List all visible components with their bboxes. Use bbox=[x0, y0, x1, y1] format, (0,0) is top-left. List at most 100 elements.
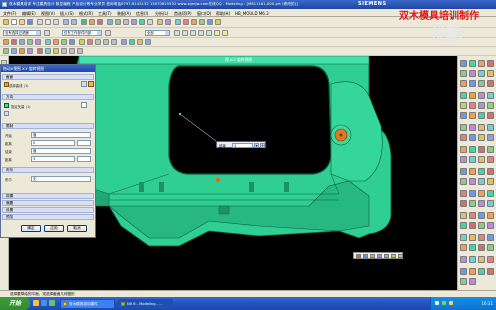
chamfer-icon[interactable] bbox=[53, 39, 59, 45]
patch-icon[interactable] bbox=[53, 48, 59, 54]
circle-icon[interactable] bbox=[487, 60, 494, 67]
layer-settings-icon[interactable] bbox=[460, 222, 467, 229]
insert-icon[interactable] bbox=[478, 178, 485, 185]
taskbar-clock[interactable]: 16:31 bbox=[481, 301, 493, 306]
curve-rule-icon[interactable] bbox=[214, 30, 220, 36]
ok-button[interactable]: 确定 bbox=[21, 225, 41, 232]
expand-icon[interactable]: + bbox=[260, 142, 265, 148]
cut-icon[interactable] bbox=[37, 19, 43, 25]
menu-edit[interactable]: 编辑(E) bbox=[22, 11, 36, 17]
point-icon[interactable] bbox=[460, 60, 467, 67]
new-file-icon[interactable] bbox=[11, 19, 17, 25]
offset-face-icon[interactable] bbox=[469, 134, 476, 141]
boss-icon[interactable] bbox=[11, 39, 17, 45]
snap-center-icon[interactable] bbox=[190, 30, 196, 36]
section-header-settings[interactable]: 设置 bbox=[2, 207, 94, 213]
rotate-view-icon[interactable] bbox=[123, 19, 129, 25]
section-header-offset[interactable]: 偏置 bbox=[2, 200, 94, 206]
shell-icon[interactable] bbox=[61, 39, 67, 45]
parting-line-icon[interactable] bbox=[469, 168, 476, 175]
menu-tools[interactable]: 工具(T) bbox=[98, 11, 112, 17]
mirror-icon[interactable] bbox=[145, 39, 151, 45]
close-toolbar-icon[interactable] bbox=[398, 254, 403, 258]
open-folder-icon[interactable] bbox=[19, 19, 25, 25]
start-distance-input[interactable]: 0 bbox=[31, 140, 75, 146]
curve-rule-icon[interactable] bbox=[356, 254, 361, 258]
redo-icon[interactable] bbox=[71, 19, 77, 25]
split-body-icon[interactable] bbox=[87, 39, 93, 45]
datum-axis-icon[interactable] bbox=[469, 156, 476, 163]
zoom-icon[interactable] bbox=[115, 19, 121, 25]
hole-icon[interactable] bbox=[3, 39, 9, 45]
pattern-icon[interactable] bbox=[137, 39, 143, 45]
component-icon[interactable] bbox=[487, 244, 494, 251]
drawing-icon[interactable] bbox=[469, 200, 476, 207]
menu-insert[interactable]: 插入(S) bbox=[60, 11, 74, 17]
menu-preferences[interactable]: 首选项(P) bbox=[174, 11, 192, 17]
menu-format[interactable]: 格式(R) bbox=[79, 11, 93, 17]
thicken-icon[interactable] bbox=[478, 146, 485, 153]
lighting-icon[interactable] bbox=[469, 268, 476, 275]
chevron-down-icon[interactable]: ▾ bbox=[254, 142, 259, 148]
patch-surface-icon[interactable] bbox=[478, 168, 485, 175]
extend-surface-icon[interactable] bbox=[487, 168, 494, 175]
wcs-icon[interactable] bbox=[487, 222, 494, 229]
datum-plane-icon[interactable] bbox=[61, 48, 67, 54]
start-units-select[interactable] bbox=[77, 140, 91, 146]
vector-dialog-icon[interactable] bbox=[81, 102, 87, 108]
material-icon[interactable] bbox=[478, 268, 485, 275]
extrude-icon[interactable] bbox=[89, 19, 95, 25]
volume-icon[interactable] bbox=[435, 301, 439, 305]
delete-face-icon[interactable] bbox=[487, 134, 494, 141]
ruled-icon[interactable] bbox=[19, 48, 25, 54]
section-header-object[interactable]: 截面 bbox=[2, 74, 94, 80]
draft-analysis-icon[interactable] bbox=[487, 212, 494, 219]
subtract-icon[interactable] bbox=[469, 124, 476, 131]
bom-icon[interactable] bbox=[460, 200, 467, 207]
transform-icon[interactable] bbox=[460, 234, 467, 241]
image-capture-icon[interactable] bbox=[460, 278, 467, 285]
arc-icon[interactable] bbox=[478, 60, 485, 67]
snap-existing-point-icon[interactable] bbox=[206, 30, 212, 36]
cylinder-icon[interactable] bbox=[469, 102, 476, 109]
stop-at-intersection-icon[interactable] bbox=[222, 30, 228, 36]
menu-view[interactable]: 视图(V) bbox=[41, 11, 55, 17]
extract-icon[interactable] bbox=[37, 48, 43, 54]
undo-icon[interactable] bbox=[63, 19, 69, 25]
measure-distance-icon[interactable] bbox=[460, 212, 467, 219]
vector-icon[interactable] bbox=[4, 103, 9, 108]
block-icon[interactable] bbox=[460, 102, 467, 109]
wireframe-icon[interactable] bbox=[147, 19, 153, 25]
taskbar-item-nx[interactable]: NX 6 - Modeling - ... bbox=[118, 298, 173, 309]
pad-icon[interactable] bbox=[27, 39, 33, 45]
unite-icon[interactable] bbox=[95, 39, 101, 45]
sketch-icon[interactable] bbox=[81, 19, 87, 25]
replace-face-icon[interactable] bbox=[129, 39, 135, 45]
hole-table-icon[interactable] bbox=[478, 200, 485, 207]
edge-blend-icon[interactable] bbox=[45, 39, 51, 45]
section-header-direction[interactable]: 方向 bbox=[2, 94, 94, 100]
line-icon[interactable] bbox=[469, 60, 476, 67]
type-filter-dropdown[interactable]: 没有选择过滤器 bbox=[3, 30, 41, 36]
intersect-curve-icon[interactable] bbox=[469, 80, 476, 87]
section-header-preview[interactable]: 预览 bbox=[2, 214, 94, 220]
reverse-direction-icon[interactable] bbox=[4, 111, 9, 116]
snap-intersection-icon[interactable] bbox=[198, 30, 204, 36]
sew-icon[interactable] bbox=[45, 48, 51, 54]
section-header-boolean[interactable]: 布尔 bbox=[2, 167, 94, 173]
offset-face-icon[interactable] bbox=[121, 39, 127, 45]
quick-launch-desktop-icon[interactable] bbox=[49, 300, 55, 306]
mirror-icon[interactable] bbox=[469, 146, 476, 153]
show-hide-icon[interactable] bbox=[469, 222, 476, 229]
view-manager-icon[interactable] bbox=[487, 200, 494, 207]
end-mode-select[interactable]: 值 bbox=[31, 148, 91, 154]
face-edges-icon[interactable] bbox=[377, 254, 382, 258]
parting-icon[interactable] bbox=[183, 19, 189, 25]
gate-icon[interactable] bbox=[487, 178, 494, 185]
menu-file[interactable]: 文件(F) bbox=[3, 11, 16, 17]
spline-icon[interactable] bbox=[478, 70, 485, 77]
menu-hb-mould[interactable]: HB_MOULD M6.3 bbox=[235, 11, 269, 16]
pocket-icon[interactable] bbox=[19, 39, 25, 45]
menu-analysis[interactable]: 分析(L) bbox=[155, 11, 168, 17]
clearance-icon[interactable] bbox=[478, 256, 485, 263]
